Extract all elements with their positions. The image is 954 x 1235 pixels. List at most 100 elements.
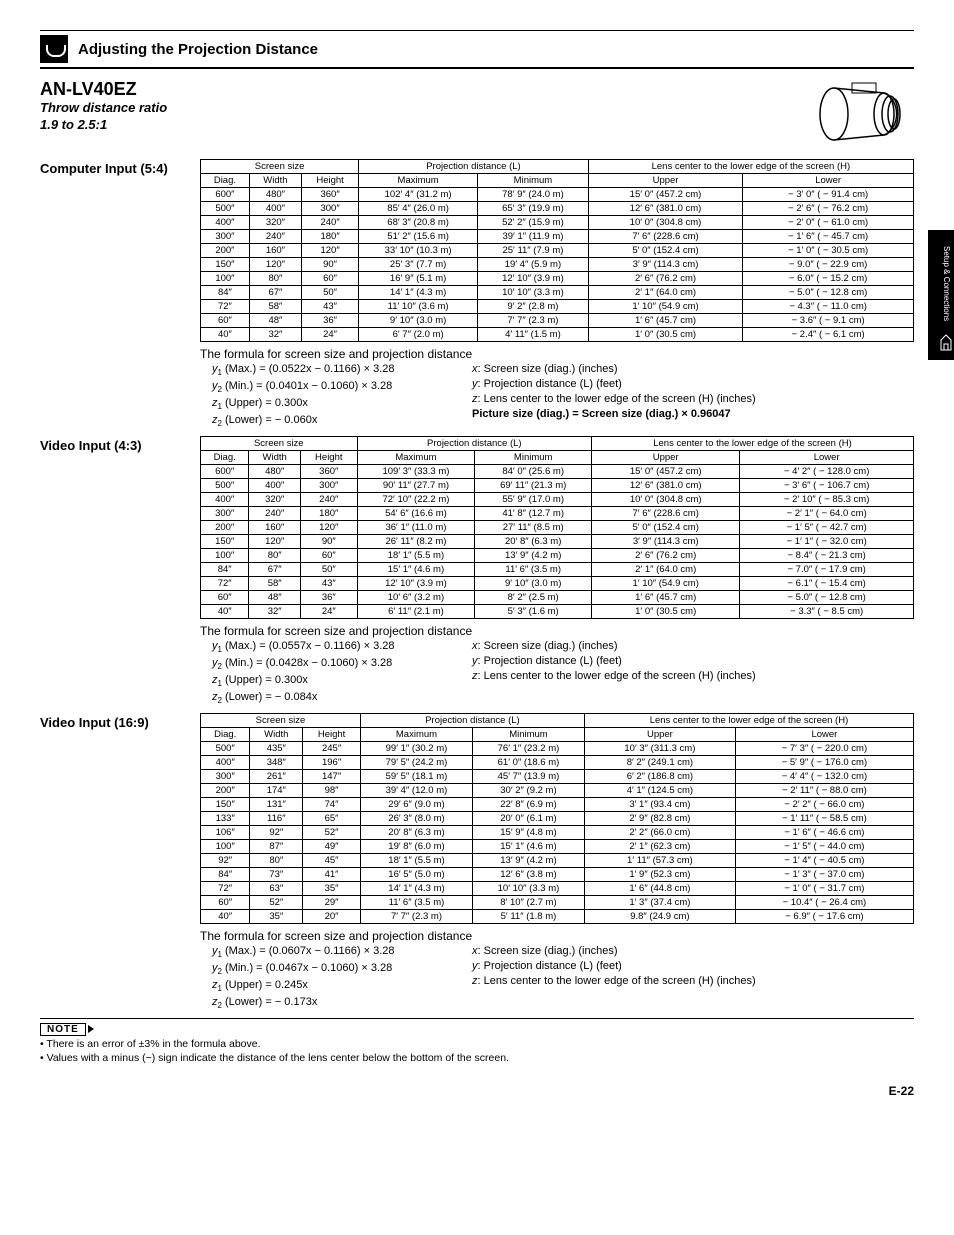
table-cell: 90″ — [301, 535, 358, 549]
table-cell: 20′ 8″ (6.3 m) — [360, 826, 472, 840]
section-body: Screen size Projection distance (L) Lens… — [200, 713, 914, 1012]
table-cell: 150″ — [201, 258, 250, 272]
table-cell: 131″ — [250, 798, 303, 812]
table-cell: 74″ — [303, 798, 361, 812]
table-cell: − 1′ 6″ ( − 45.7 cm) — [743, 230, 914, 244]
table-cell: 2′ 9″ (82.8 cm) — [584, 812, 735, 826]
th-lower: Lower — [743, 174, 914, 188]
th-lower: Lower — [740, 451, 914, 465]
table-cell: − 2′ 11″ ( − 88.0 cm) — [735, 784, 913, 798]
table-row: 106″92″52″20′ 8″ (6.3 m)15′ 9″ (4.8 m)2′… — [201, 826, 914, 840]
table-row: 72″63″35″14′ 1″ (4.3 m)10′ 10″ (3.3 m)1′… — [201, 882, 914, 896]
table-row: 150″120″90″25′ 3″ (7.7 m)19′ 4″ (5.9 m)3… — [201, 258, 914, 272]
th-upper: Upper — [592, 451, 740, 465]
table-cell: 174″ — [250, 784, 303, 798]
formula-x-desc: x: Screen size (diag.) (inches) — [472, 639, 914, 654]
table-cell: 10′ 0″ (304.8 cm) — [588, 216, 742, 230]
table-cell: 400″ — [201, 756, 250, 770]
th-diag: Diag. — [201, 451, 249, 465]
th-width: Width — [249, 451, 301, 465]
table-cell: 12′ 6″ (381.0 cm) — [592, 479, 740, 493]
table-row: 600″480″360″102′ 4″ (31.2 m)78′ 9″ (24.0… — [201, 188, 914, 202]
table-cell: 49″ — [303, 840, 361, 854]
table-cell: 61′ 0″ (18.6 m) — [472, 756, 584, 770]
table-cell: 5′ 0″ (152.4 cm) — [592, 521, 740, 535]
table-cell: 19′ 4″ (5.9 m) — [478, 258, 589, 272]
table-cell: 48″ — [249, 314, 301, 328]
table-cell: 20″ — [303, 910, 361, 924]
table-cell: 76′ 1″ (23.2 m) — [472, 742, 584, 756]
th-max: Maximum — [357, 451, 475, 465]
th-screen-size: Screen size — [201, 714, 361, 728]
table-cell: 84″ — [201, 563, 249, 577]
projection-table: Screen size Projection distance (L) Lens… — [200, 436, 914, 619]
table-cell: 36′ 1″ (11.0 m) — [357, 521, 475, 535]
formula-y1: y1 (Max.) = (0.0557x − 0.1166) × 3.28 — [212, 639, 472, 656]
table-cell: 400″ — [249, 202, 301, 216]
model-name: AN-LV40EZ — [40, 79, 167, 100]
note-arrow-icon — [88, 1025, 94, 1033]
section-label: Video Input (4:3) — [40, 436, 200, 453]
table-cell: 98″ — [303, 784, 361, 798]
section-label: Video Input (16:9) — [40, 713, 200, 730]
table-cell: 200″ — [201, 784, 250, 798]
projection-table: Screen size Projection distance (L) Lens… — [200, 713, 914, 924]
table-cell: 58″ — [249, 300, 301, 314]
table-cell: 10′ 6″ (3.2 m) — [357, 591, 475, 605]
formula-y2: y2 (Min.) = (0.0401x − 0.1060) × 3.28 — [212, 379, 472, 396]
table-cell: 1′ 6″ (45.7 cm) — [592, 591, 740, 605]
table-row: 40″32″24″6′ 7″ (2.0 m)4′ 11″ (1.5 m)1′ 0… — [201, 328, 914, 342]
formula-y1: y1 (Max.) = (0.0607x − 0.1166) × 3.28 — [212, 944, 472, 961]
table-cell: 16′ 9″ (5.1 m) — [359, 272, 478, 286]
table-cell: 100″ — [201, 549, 249, 563]
table-cell: 32″ — [249, 328, 301, 342]
table-cell: 35″ — [303, 882, 361, 896]
table-cell: 87″ — [250, 840, 303, 854]
table-cell: 600″ — [201, 465, 249, 479]
table-cell: 63″ — [250, 882, 303, 896]
table-cell: − 6.0″ ( − 15.2 cm) — [743, 272, 914, 286]
th-height: Height — [301, 451, 358, 465]
table-cell: 480″ — [249, 465, 301, 479]
table-cell: − 1′ 5″ ( − 42.7 cm) — [740, 521, 914, 535]
formula-x-desc: x: Screen size (diag.) (inches) — [472, 944, 914, 959]
table-cell: 10′ 10″ (3.3 m) — [472, 882, 584, 896]
table-cell: 52″ — [250, 896, 303, 910]
table-cell: 16′ 5″ (5.0 m) — [360, 868, 472, 882]
table-cell: 150″ — [201, 535, 249, 549]
table-cell: 40″ — [201, 910, 250, 924]
table-cell: 320″ — [249, 493, 301, 507]
section-body: Screen size Projection distance (L) Lens… — [200, 159, 914, 430]
table-cell: − 7.0″ ( − 17.9 cm) — [740, 563, 914, 577]
table-cell: − 1′ 5″ ( − 44.0 cm) — [735, 840, 913, 854]
table-cell: 15′ 1″ (4.6 m) — [472, 840, 584, 854]
formula-block: The formula for screen size and projecti… — [200, 623, 914, 707]
table-cell: 24″ — [302, 328, 359, 342]
throw-ratio-value: 1.9 to 2.5:1 — [40, 117, 107, 132]
table-cell: 500″ — [201, 202, 250, 216]
table-cell: 41″ — [303, 868, 361, 882]
table-row: 500″400″300″85′ 4″ (26.0 m)65′ 3″ (19.9 … — [201, 202, 914, 216]
formula-z-desc: z: Lens center to the lower edge of the … — [472, 392, 914, 407]
table-cell: 54′ 6″ (16.6 m) — [357, 507, 475, 521]
table-row: 200″174″98″39′ 4″ (12.0 m)30′ 2″ (9.2 m)… — [201, 784, 914, 798]
table-cell: 160″ — [249, 244, 301, 258]
th-upper: Upper — [588, 174, 742, 188]
table-cell: 10′ 10″ (3.3 m) — [478, 286, 589, 300]
table-cell: 1′ 6″ (44.8 cm) — [584, 882, 735, 896]
table-cell: 1′ 9″ (52.3 cm) — [584, 868, 735, 882]
table-cell: 39′ 1″ (11.9 m) — [478, 230, 589, 244]
table-cell: − 5.0″ ( − 12.8 cm) — [740, 591, 914, 605]
table-row: 200″160″120″33′ 10″ (10.3 m)25′ 11″ (7.9… — [201, 244, 914, 258]
formula-title: The formula for screen size and projecti… — [200, 928, 914, 944]
table-cell: 35″ — [250, 910, 303, 924]
table-cell: 79′ 5″ (24.2 m) — [360, 756, 472, 770]
table-cell: 100″ — [201, 272, 250, 286]
table-row: 72″58″43″11′ 10″ (3.6 m)9′ 2″ (2.8 m)1′ … — [201, 300, 914, 314]
th-min: Minimum — [478, 174, 589, 188]
table-cell: 240″ — [302, 216, 359, 230]
table-cell: 180″ — [301, 507, 358, 521]
table-cell: 14′ 1″ (4.3 m) — [359, 286, 478, 300]
table-cell: 72′ 10″ (22.2 m) — [357, 493, 475, 507]
table-cell: 360″ — [302, 188, 359, 202]
